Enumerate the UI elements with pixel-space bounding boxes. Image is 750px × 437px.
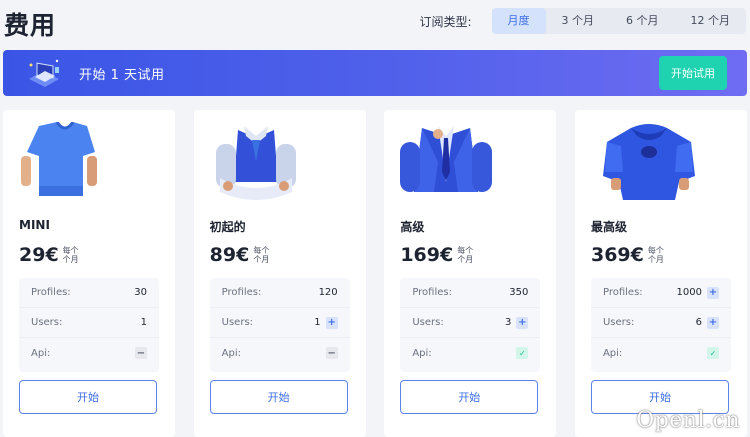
price-row: 369€ 每个 个月 [591, 244, 666, 266]
check-icon: ✓ [706, 347, 719, 359]
period-tabs: 月度 3 个月 6 个月 12 个月 [491, 8, 747, 34]
users-value: 1 [314, 317, 321, 328]
price-unit: 每个 个月 [457, 246, 474, 264]
price-row: 89€ 每个 个月 [210, 244, 272, 266]
laptop-illustration-icon [29, 59, 59, 87]
users-value: 1 [140, 317, 147, 328]
feature-profiles: Profiles: 30 [19, 278, 159, 308]
feature-list: Profiles: 30 Users: 1 Api: − [19, 278, 159, 372]
feature-profiles: Profiles: 350 [400, 278, 541, 308]
period-label: 订阅类型: [419, 14, 472, 29]
feature-profiles: Profiles: 1000 + [590, 278, 731, 308]
start-button[interactable]: 开始 [400, 380, 539, 414]
feature-users: Users: 1 + [209, 308, 350, 338]
plus-icon[interactable]: + [325, 316, 338, 329]
plan-price: 169€ [400, 244, 454, 266]
check-icon: ✓ [516, 347, 529, 359]
plan-card-starter: 初起的 89€ 每个 个月 Profiles: 120 Users: 1 + Api… [193, 110, 366, 437]
feature-users: Users: 6 + [590, 308, 731, 338]
feature-api: Api: − [221, 347, 338, 359]
feature-api: Api: ✓ [591, 338, 731, 368]
profiles-value: 1000 [676, 287, 702, 298]
plan-price: 89€ [209, 244, 250, 266]
start-button[interactable]: 开始 [19, 380, 157, 414]
plan-name: 最高级 [590, 220, 627, 234]
plan-price: 369€ [590, 244, 644, 266]
users-value: 6 [695, 317, 702, 328]
plus-icon[interactable]: + [706, 316, 719, 329]
plan-cards: MINI 29€ 每个 个月 Profiles: 30 Users: 1 Api:… [3, 110, 747, 437]
feature-list: Profiles: 1000 + Users: 6 + Api: ✓ [590, 278, 731, 372]
armor-chestplate-icon [602, 124, 695, 200]
price-row: 29€ 每个 个月 [19, 244, 81, 266]
plan-card-mini: MINI 29€ 每个 个月 Profiles: 30 Users: 1 Api:… [3, 110, 175, 437]
subscription-period: 订阅类型: 月度 3 个月 6 个月 12 个月 [419, 8, 746, 34]
profiles-value: 30 [134, 287, 147, 298]
watermark: Openl.cn [636, 408, 740, 433]
trial-text: 开始 1 天试用 [79, 67, 165, 83]
price-unit: 每个 个月 [62, 246, 79, 264]
plan-card-advanced: 高级 169€ 每个 个月 Profiles: 350 Users: 3 + Api… [384, 110, 557, 437]
feature-list: Profiles: 350 Users: 3 + Api: ✓ [400, 278, 541, 372]
tab-3-months[interactable]: 3 个月 [546, 8, 611, 34]
price-unit: 每个 个月 [253, 246, 270, 264]
feature-profiles: Profiles: 120 [209, 278, 350, 308]
plan-price: 29€ [19, 244, 59, 266]
feature-list: Profiles: 120 Users: 1 + Api: − [209, 278, 350, 372]
price-unit: 每个 个月 [647, 246, 664, 264]
minus-icon: − [135, 347, 147, 359]
feature-users: Users: 3 + [400, 308, 541, 338]
feature-api: Api: − [31, 347, 147, 359]
plan-name: 高级 [400, 220, 425, 234]
plan-name: 初起的 [209, 220, 246, 234]
plus-icon[interactable]: + [516, 316, 529, 329]
tab-6-months[interactable]: 6 个月 [610, 8, 675, 34]
page-title: 费用 [4, 11, 57, 40]
tab-12-months[interactable]: 12 个月 [675, 8, 747, 34]
feature-api: Api: ✓ [400, 338, 540, 368]
trial-banner: 开始 1 天试用 开始试用 [3, 50, 747, 96]
profiles-value: 120 [318, 287, 338, 298]
suit-jacket-icon [400, 126, 493, 192]
vest-shirt-icon [215, 126, 296, 200]
tab-monthly[interactable]: 月度 [491, 8, 546, 34]
plan-name: MINI [19, 218, 50, 232]
feature-users: Users: 1 [19, 308, 159, 338]
minus-icon: − [325, 347, 338, 359]
plus-icon[interactable]: + [706, 286, 719, 299]
price-row: 169€ 每个 个月 [400, 244, 475, 266]
start-trial-button[interactable]: 开始试用 [659, 56, 727, 90]
plan-card-premium: 最高级 369€ 每个 个月 Profiles: 1000 + Users: 6 + … [574, 110, 747, 437]
start-button[interactable]: 开始 [209, 380, 348, 414]
profiles-value: 350 [509, 287, 529, 298]
tshirt-icon [21, 122, 97, 196]
users-value: 3 [504, 317, 512, 328]
